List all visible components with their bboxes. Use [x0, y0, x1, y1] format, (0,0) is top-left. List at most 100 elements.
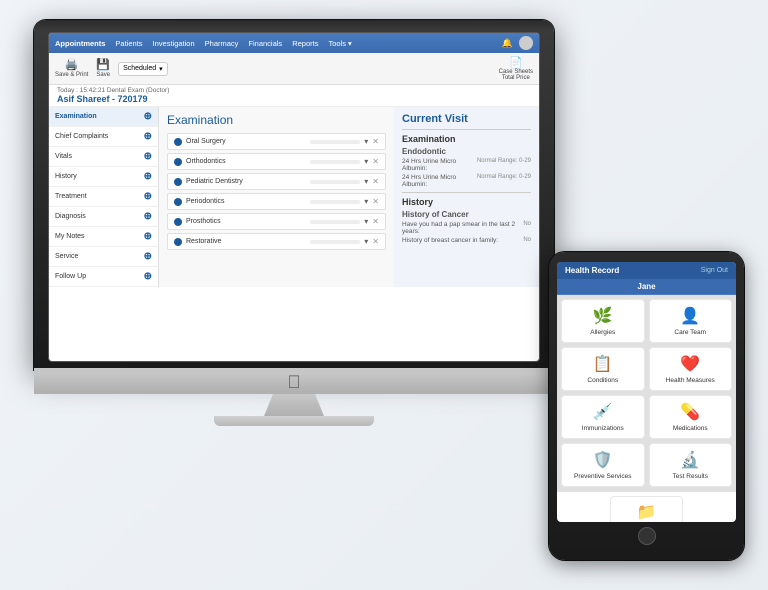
ipad-cell-allergies[interactable]: 🌿 Allergies	[561, 299, 645, 343]
endo-label-2: 24 Hrs Urine Micro Albumin:	[402, 174, 477, 188]
sidebar-item-service[interactable]: Service ⊕	[49, 247, 158, 267]
sidebar-label-examination: Examination	[55, 113, 97, 120]
care-team-icon: 👤	[680, 306, 700, 326]
scheduled-dropdown[interactable]: Scheduled ▾	[118, 62, 168, 76]
toolbar: 🖨️ Save & Print 💾 Save Scheduled ▾ �	[49, 53, 539, 85]
history-section-title: History	[402, 197, 531, 207]
test-results-label: Test Results	[673, 473, 708, 480]
nav-investigation[interactable]: Investigation	[153, 39, 195, 48]
sidebar-item-history[interactable]: History ⊕	[49, 167, 158, 187]
endo-value-2: Normal Range: 0-29	[477, 174, 531, 188]
exam-bar	[310, 240, 360, 244]
endo-label-1: 24 Hrs Urine Micro Albumin:	[402, 158, 477, 172]
nav-right: 🔔	[502, 36, 533, 50]
save-print-label: Save & Print	[55, 72, 88, 78]
plus-icon-chief: ⊕	[144, 131, 152, 142]
ipad-user-name: Jane	[557, 279, 736, 295]
exam-row-restorative: Restorative ▾ ✕	[167, 233, 386, 250]
exam-row-oral-surgery: Oral Surgery ▾ ✕	[167, 133, 386, 150]
ipad-cell-health-measures[interactable]: ❤️ Health Measures	[649, 347, 733, 391]
exam-bar	[310, 160, 360, 164]
nav-appointments[interactable]: Appointments	[55, 39, 105, 48]
sidebar-item-examination[interactable]: Examination ⊕	[49, 107, 158, 127]
exam-dot	[174, 218, 182, 226]
delete-icon[interactable]: ✕	[372, 197, 379, 206]
delete-icon[interactable]: ✕	[372, 137, 379, 146]
nav-financials[interactable]: Financials	[248, 39, 282, 48]
exam-row-pediatric: Pediatric Dentistry ▾ ✕	[167, 173, 386, 190]
sidebar-item-treatment[interactable]: Treatment ⊕	[49, 187, 158, 207]
sidebar-label-treatment: Treatment	[55, 193, 87, 200]
conditions-icon: 📋	[593, 354, 613, 374]
chevron-down-icon[interactable]: ▾	[364, 217, 368, 226]
nav-pharmacy[interactable]: Pharmacy	[205, 39, 239, 48]
plus-icon-service: ⊕	[144, 251, 152, 262]
exam-label-ortho: Orthodontics	[186, 158, 306, 165]
ipad-body: Health Record Sign Out Jane 🌿 Allergies …	[549, 252, 744, 560]
exam-bar	[310, 200, 360, 204]
save-icon: 💾	[96, 60, 110, 71]
immunizations-icon: 💉	[593, 402, 613, 422]
sidebar-item-follow-up[interactable]: Follow Up ⊕	[49, 267, 158, 287]
divider	[402, 129, 531, 130]
allergies-icon: 🌿	[593, 306, 613, 326]
delete-icon[interactable]: ✕	[372, 157, 379, 166]
sidebar-label-history: History	[55, 173, 77, 180]
nav-tools[interactable]: Tools ▾	[328, 39, 351, 48]
plus-icon-diagnosis: ⊕	[144, 211, 152, 222]
exam-row-prosthotics: Prosthotics ▾ ✕	[167, 213, 386, 230]
sidebar-label-diagnosis: Diagnosis	[55, 213, 86, 220]
delete-icon[interactable]: ✕	[372, 217, 379, 226]
nav-patients[interactable]: Patients	[115, 39, 142, 48]
screen-content: Appointments Patients Investigation Phar…	[49, 33, 539, 361]
chevron-down-icon[interactable]: ▾	[364, 197, 368, 206]
user-avatar[interactable]	[519, 36, 533, 50]
bell-icon[interactable]: 🔔	[502, 38, 513, 49]
save-print-button[interactable]: 🖨️ Save & Print	[55, 60, 88, 78]
chevron-down-icon[interactable]: ▾	[364, 237, 368, 246]
ipad-cell-medications[interactable]: 💊 Medications	[649, 395, 733, 439]
ipad-screen: Health Record Sign Out Jane 🌿 Allergies …	[557, 262, 736, 522]
nav-reports[interactable]: Reports	[292, 39, 318, 48]
ipad-signout-button[interactable]: Sign Out	[701, 267, 728, 274]
ipad-cell-conditions[interactable]: 📋 Conditions	[561, 347, 645, 391]
chevron-down-icon[interactable]: ▾	[364, 137, 368, 146]
ipad-cell-care-team[interactable]: 👤 Care Team	[649, 299, 733, 343]
exam-dot	[174, 238, 182, 246]
chevron-down-icon[interactable]: ▾	[364, 177, 368, 186]
print-icon: 🖨️	[65, 60, 79, 71]
sidebar-item-chief-complaints[interactable]: Chief Complaints ⊕	[49, 127, 158, 147]
endo-title: Endodontic	[402, 147, 531, 156]
history-cancer-title: History of Cancer	[402, 210, 531, 219]
sidebar-item-my-notes[interactable]: My Notes ⊕	[49, 227, 158, 247]
ipad-cell-immunizations[interactable]: 💉 Immunizations	[561, 395, 645, 439]
imac-screen: Appointments Patients Investigation Phar…	[48, 32, 540, 362]
center-panel: Examination Oral Surgery ▾ ✕	[159, 107, 394, 287]
exam-label-pediatric: Pediatric Dentistry	[186, 178, 306, 185]
history-row-1: Have you had a pap smear in the last 2 y…	[402, 221, 531, 235]
delete-icon[interactable]: ✕	[372, 177, 379, 186]
case-sheets-icon: 📄	[509, 56, 523, 69]
sidebar-item-vitals[interactable]: Vitals ⊕	[49, 147, 158, 167]
delete-icon[interactable]: ✕	[372, 237, 379, 246]
chevron-down-icon[interactable]: ▾	[364, 157, 368, 166]
health-measures-icon: ❤️	[680, 354, 700, 374]
current-visit-title: Current Visit	[402, 113, 531, 125]
exam-bar	[310, 220, 360, 224]
sidebar-label-vitals: Vitals	[55, 153, 72, 160]
exam-dot	[174, 198, 182, 206]
apple-logo: 	[34, 368, 554, 394]
case-sheets-button[interactable]: 📄 Case Sheets Total Price	[499, 56, 533, 81]
save-button[interactable]: 💾 Save	[96, 60, 110, 78]
plus-icon-examination: ⊕	[144, 111, 152, 122]
ipad-home-button[interactable]	[638, 527, 656, 545]
sidebar-item-diagnosis[interactable]: Diagnosis ⊕	[49, 207, 158, 227]
date-info: Today : 15:42:21 Dental Exam (Doctor)	[57, 87, 531, 94]
chevron-down-icon: ▾	[159, 65, 163, 73]
exam-dot	[174, 158, 182, 166]
history-label-2: History of breast cancer in family:	[402, 237, 523, 244]
ipad-cell-test-results[interactable]: 🔬 Test Results	[649, 443, 733, 487]
ipad-cell-preventive[interactable]: 🛡️ Preventive Services	[561, 443, 645, 487]
ipad-cell-record-request[interactable]: 📁 Record Request	[610, 496, 683, 522]
exam-row-orthodontics: Orthodontics ▾ ✕	[167, 153, 386, 170]
